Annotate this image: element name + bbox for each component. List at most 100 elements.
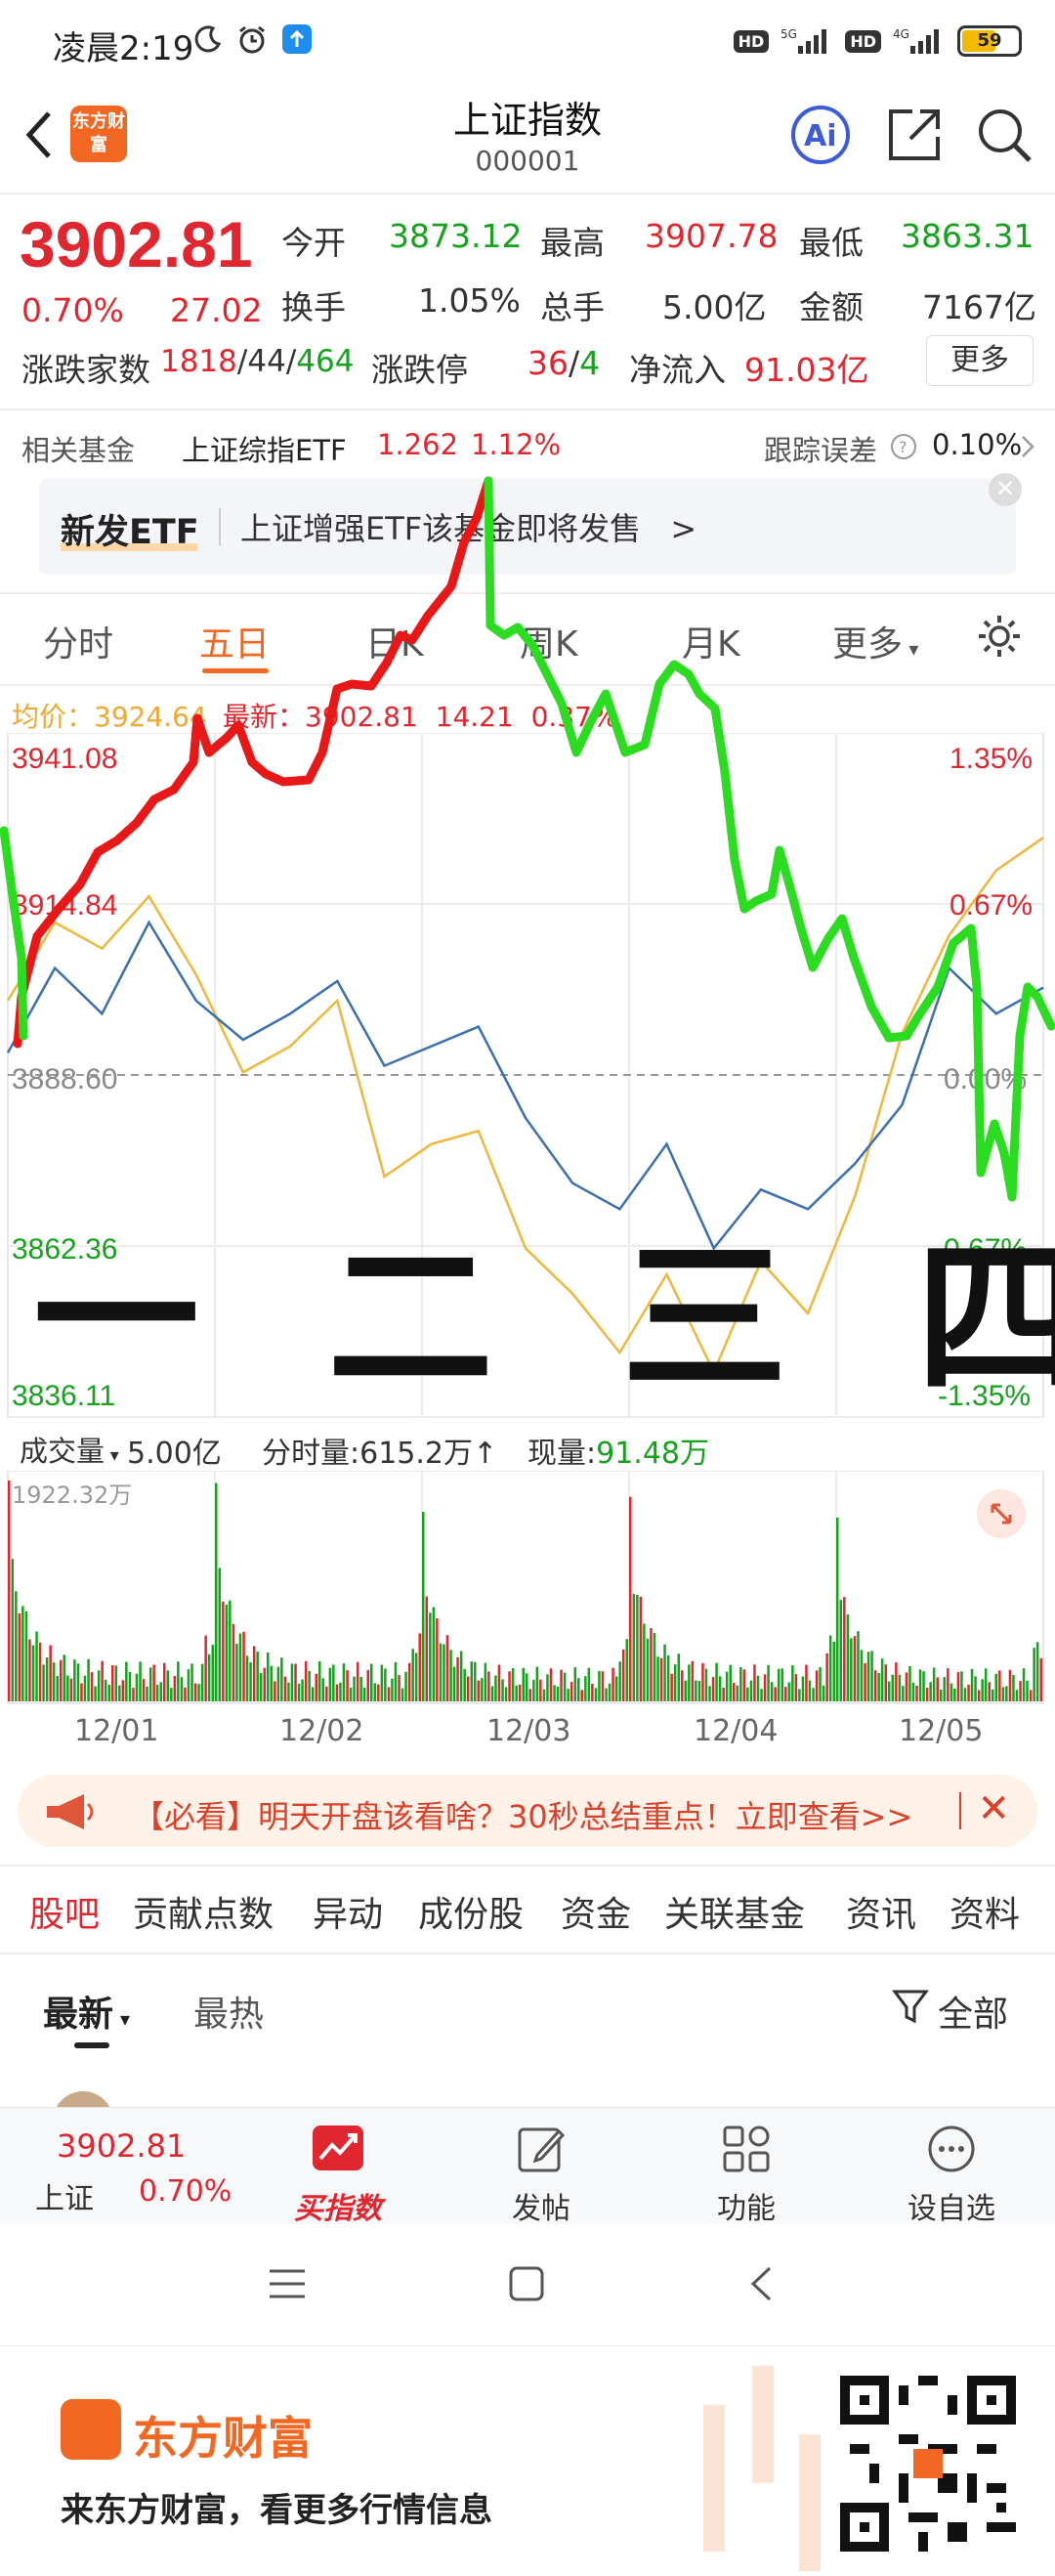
volume-bar [553,1685,556,1701]
sort-hot[interactable]: 最热 [193,1986,264,2037]
tab-related-funds[interactable]: 关联基金 [664,1886,805,1937]
volume-bar [836,1517,839,1701]
new-etf-banner[interactable]: 新发ETF 上证增强ETF该基金即将发售 > ✕ [39,473,1022,575]
volume-bar [646,1638,650,1701]
volume-bar [832,1641,835,1701]
volume-bar [35,1631,38,1701]
volume-bar [725,1671,729,1701]
volume-bar [290,1663,294,1701]
volume-bar [11,1559,14,1701]
sort-latest[interactable]: 最新 ▾ [43,1986,130,2037]
volume-chart[interactable] [0,1471,1055,1705]
volume-bar [346,1670,349,1701]
volume-bar [636,1595,639,1701]
fund-name[interactable]: 上证综指ETF [182,428,347,469]
volume-bar [715,1662,718,1701]
tab-profile[interactable]: 资料 [950,1886,1020,1937]
breadth-values: 1818/44/464 [160,344,355,379]
post-button[interactable]: 发帖 [473,2184,610,2227]
ai-icon[interactable]: Ai [789,104,852,166]
volume-bar [681,1670,684,1701]
y-left-label: 3836.11 [12,1380,116,1412]
home-icon[interactable] [508,2265,545,2302]
notice-bar[interactable]: 【必看】明天开盘该看啥？30秒总结重点！立即查看>> ✕ [18,1775,1037,1847]
volume-bar [653,1633,656,1701]
change-pct: 0.70% [21,291,124,329]
price-chart[interactable] [0,733,1055,1427]
tab-more[interactable]: 更多 ▾ [832,616,918,666]
volume-bar [756,1675,760,1701]
volume-bar [739,1666,742,1701]
tab-daily-k[interactable]: 日K [365,616,424,666]
volume-bar [80,1683,83,1701]
volume-bar [656,1656,659,1701]
add-watchlist-button[interactable]: 设自选 [883,2184,1020,2227]
volume-bar [774,1687,777,1701]
tab-intraday[interactable]: 分时 [43,616,113,666]
volume-selector[interactable]: 成交量 ▾ [20,1429,119,1470]
volume-bar [418,1633,421,1701]
volume-bar [1039,1657,1042,1701]
tab-components[interactable]: 成份股 [418,1886,524,1937]
tab-capital[interactable]: 资金 [561,1886,631,1937]
y-right-label: -0.67% [934,1233,1028,1266]
volume-bar [760,1689,763,1701]
volume-bar [573,1667,576,1701]
volume-bar [76,1663,80,1701]
volume-bar [870,1651,873,1701]
tab-news[interactable]: 资讯 [846,1886,916,1937]
volume-bar [749,1680,753,1701]
tab-monthly-k[interactable]: 月K [682,616,740,666]
back-nav-icon[interactable] [748,2265,774,2302]
settings-icon[interactable] [975,612,1024,661]
x-label: 12/05 [899,1714,984,1748]
volume-bar [56,1676,59,1701]
help-icon[interactable]: ? [889,432,918,461]
share-icon[interactable] [885,106,944,164]
qr-code-icon[interactable] [840,2376,1016,2552]
volume-bar [791,1665,794,1701]
volume-bar [283,1676,287,1701]
menu-icon[interactable] [268,2267,307,2300]
volume-bar [394,1661,398,1701]
volume-bar [864,1662,866,1701]
minute-volume: 分时量:615.2万↑ [262,1437,498,1471]
volume-bar [414,1653,418,1701]
tab-five-day[interactable]: 五日 [199,616,270,666]
function-button[interactable]: 功能 [678,2184,815,2227]
volume-bar [146,1686,148,1701]
close-icon[interactable]: ✕ [977,1786,1010,1831]
notice-text[interactable]: 【必看】明天开盘该看啥？30秒总结重点！立即查看>> [133,1792,912,1837]
tab-guba[interactable]: 股吧 [29,1886,100,1937]
tab-movement[interactable]: 异动 [313,1886,383,1937]
volume-bar [391,1678,394,1701]
tab-contribution[interactable]: 贡献点数 [133,1886,274,1937]
volume-bar [207,1653,211,1701]
volume-bar [753,1664,756,1701]
volume-bar [625,1639,628,1701]
buy-index-button[interactable]: 买指数 [270,2184,406,2227]
volume-bar [684,1680,687,1701]
volume-bar [193,1683,197,1701]
volume-bar [1015,1690,1019,1701]
search-icon[interactable] [975,106,1034,164]
chevron-right-icon[interactable] [1020,434,1035,459]
more-button[interactable]: 更多 [926,335,1034,386]
volume-bar [866,1652,870,1701]
volume-bar [107,1685,110,1701]
volume-bar [197,1684,200,1701]
volume-bar [1001,1687,1005,1701]
volume-bar [770,1682,774,1701]
volume-bar [325,1686,328,1701]
filter-icon[interactable] [891,1988,930,2027]
volume-bar [49,1645,52,1701]
volume-bar [263,1667,266,1701]
filter-all[interactable]: 全部 [938,1986,1008,2037]
volume-bar [387,1687,391,1701]
volume-bar [245,1655,249,1701]
volume-bar [918,1669,922,1701]
track-error-label: 跟踪误差 [764,434,878,467]
tab-weekly-k[interactable]: 周K [520,616,578,666]
divider [0,1865,1055,1867]
close-icon[interactable]: ✕ [989,473,1022,506]
